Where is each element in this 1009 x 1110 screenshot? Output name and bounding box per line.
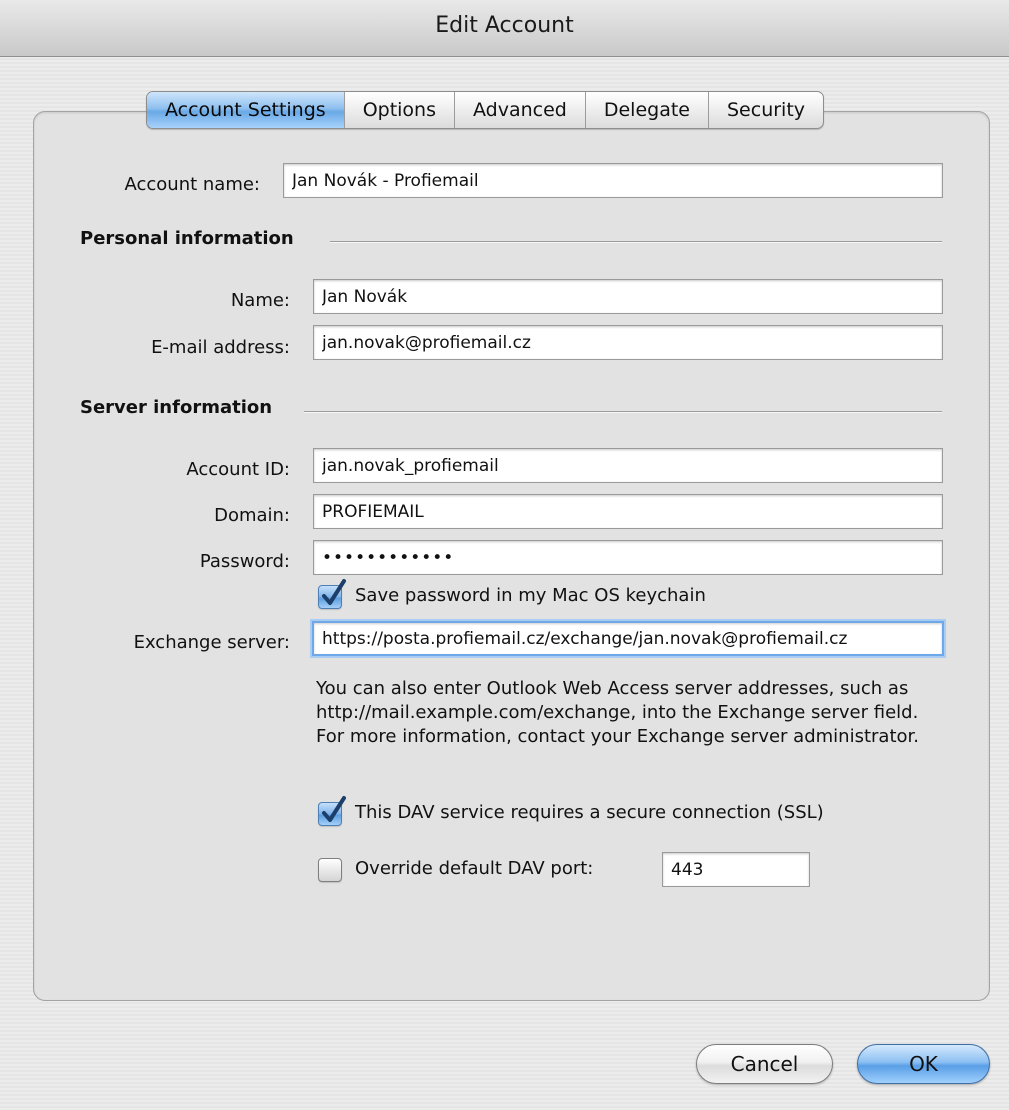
window-title: Edit Account [435,13,574,38]
account-name-input[interactable] [283,163,943,198]
account-id-input[interactable] [313,448,943,483]
personal-info-heading: Personal information [80,228,294,249]
domain-label: Domain: [214,505,290,526]
tab-account-settings[interactable]: Account Settings [147,92,344,128]
account-id-label: Account ID: [186,459,290,480]
tab-security[interactable]: Security [708,92,823,128]
email-input[interactable] [313,325,943,360]
ssl-label: This DAV service requires a secure conne… [355,802,824,823]
title-bar: Edit Account [0,0,1009,57]
exchange-server-label: Exchange server: [133,632,290,653]
save-password-checkbox[interactable] [318,579,346,609]
server-info-heading: Server information [80,397,273,418]
ok-button[interactable]: OK [857,1044,990,1084]
override-port-checkbox[interactable] [318,858,342,882]
cancel-button[interactable]: Cancel [696,1044,833,1084]
checkmark-icon [322,579,346,605]
domain-input[interactable] [313,494,943,529]
personal-info-divider [330,241,942,243]
name-input[interactable] [313,279,943,314]
exchange-help-text: You can also enter Outlook Web Access se… [316,678,919,747]
ssl-checkbox[interactable] [318,796,346,826]
exchange-server-input[interactable] [312,621,944,656]
name-label: Name: [230,290,290,311]
tab-options[interactable]: Options [343,92,454,128]
tab-delegate[interactable]: Delegate [584,92,708,128]
password-label: Password: [199,551,290,572]
override-port-label: Override default DAV port: [355,858,594,879]
save-password-label: Save password in my Mac OS keychain [355,585,706,606]
tab-advanced[interactable]: Advanced [454,92,585,128]
password-input[interactable] [313,540,943,575]
account-name-label: Account name: [124,174,260,195]
dav-port-input[interactable] [662,852,810,887]
email-label: E-mail address: [151,337,290,358]
checkmark-icon [322,796,346,822]
tab-bar: Account Settings Options Advanced Delega… [146,91,825,129]
server-info-divider [304,411,942,413]
